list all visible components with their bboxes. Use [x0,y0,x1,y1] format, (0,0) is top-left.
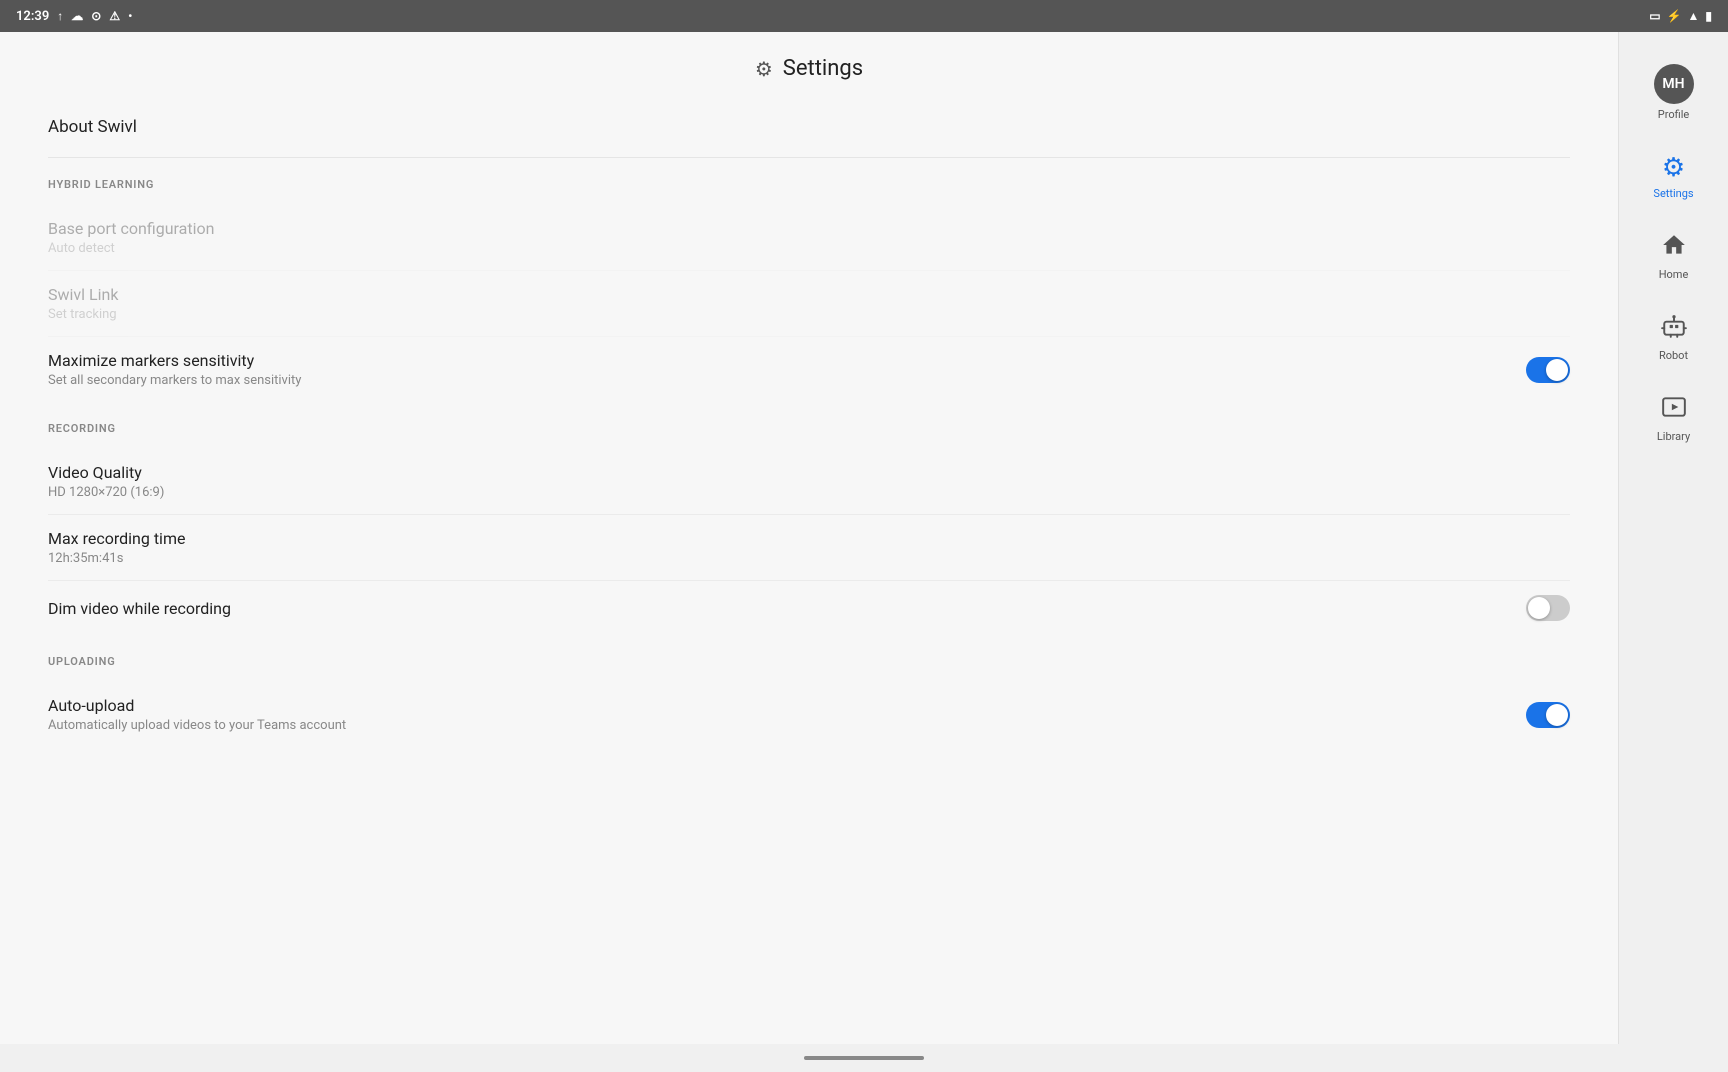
setting-title-dim-video: Dim video while recording [48,599,231,618]
home-indicator [0,1044,1728,1072]
setting-row-auto-upload[interactable]: Auto-upload Automatically upload videos … [48,682,1570,747]
setting-row-swivl-link[interactable]: Swivl Link Set tracking [48,271,1570,337]
setting-subtitle-base-port: Auto detect [48,241,214,256]
cast-icon: ▭ [1649,9,1660,23]
content-panel: ⚙ Settings About Swivl HYBRID LEARNING B… [0,32,1618,1072]
setting-text-maximize-markers: Maximize markers sensitivity Set all sec… [48,351,301,388]
setting-subtitle-auto-upload: Automatically upload videos to your Team… [48,718,346,733]
avatar: MH [1654,64,1694,104]
toggle-dim-video[interactable] [1526,595,1570,621]
sidebar-item-home[interactable]: Home [1630,220,1718,293]
cloud-icon: ☁ [71,9,83,23]
setting-row-maximize-markers[interactable]: Maximize markers sensitivity Set all sec… [48,337,1570,402]
setting-title-max-recording-time: Max recording time [48,529,185,548]
setting-title-base-port: Base port configuration [48,219,214,238]
wifi-icon: ▲ [1688,9,1700,23]
dot-icon: • [128,9,132,23]
time-display: 12:39 [16,9,49,24]
avatar-initials: MH [1662,76,1684,92]
warning-icon: ⚠ [109,9,120,23]
sidebar-label-robot: Robot [1659,349,1688,362]
library-icon [1661,394,1687,426]
setting-text-swivl-link: Swivl Link Set tracking [48,285,118,322]
about-section[interactable]: About Swivl [48,101,1570,158]
sidebar-label-settings: Settings [1653,187,1693,200]
upload-icon: ↑ [57,9,63,23]
toggle-knob-dim-video [1528,597,1550,619]
toggle-maximize-markers[interactable] [1526,357,1570,383]
status-bar: 12:39 ↑ ☁ ⊙ ⚠ • ▭ ⚡ ▲ ▮ [0,0,1728,32]
toggle-auto-upload[interactable] [1526,702,1570,728]
battery-icon: ▮ [1705,9,1712,23]
sidebar-label-profile: Profile [1658,108,1689,121]
sidebar-item-robot[interactable]: Robot [1630,301,1718,374]
sidebar-label-home: Home [1659,268,1689,281]
section-heading-recording: RECORDING [48,422,1570,435]
setting-row-max-recording-time[interactable]: Max recording time 12h:35m:41s [48,515,1570,581]
setting-text-auto-upload: Auto-upload Automatically upload videos … [48,696,346,733]
setting-title-maximize-markers: Maximize markers sensitivity [48,351,301,370]
setting-title-swivl-link: Swivl Link [48,285,118,304]
setting-row-dim-video[interactable]: Dim video while recording [48,581,1570,635]
setting-text-video-quality: Video Quality HD 1280×720 (16:9) [48,463,164,500]
toggle-knob-maximize-markers [1546,359,1568,381]
home-icon [1661,232,1687,264]
settings-header: ⚙ Settings [48,32,1570,101]
setting-row-video-quality[interactable]: Video Quality HD 1280×720 (16:9) [48,449,1570,515]
settings-gear-icon: ⚙ [1662,153,1685,183]
setting-text-max-recording-time: Max recording time 12h:35m:41s [48,529,185,566]
header-gear-icon: ⚙ [755,57,773,81]
setting-row-base-port[interactable]: Base port configuration Auto detect [48,205,1570,271]
section-hybrid-learning: HYBRID LEARNING Base port configuration … [48,158,1570,402]
setting-text-base-port: Base port configuration Auto detect [48,219,214,256]
setting-subtitle-maximize-markers: Set all secondary markers to max sensiti… [48,373,301,388]
setting-subtitle-video-quality: HD 1280×720 (16:9) [48,485,164,500]
setting-subtitle-swivl-link: Set tracking [48,307,118,322]
about-label: About Swivl [48,117,137,137]
home-bar [804,1056,924,1060]
sidebar-item-profile[interactable]: MH Profile [1630,52,1718,133]
bluetooth-icon: ⚡ [1667,9,1682,23]
page-title: Settings [783,56,863,81]
toggle-knob-auto-upload [1546,704,1568,726]
setting-title-auto-upload: Auto-upload [48,696,346,715]
clock-icon: ⊙ [91,9,101,23]
status-bar-right: ▭ ⚡ ▲ ▮ [1649,9,1712,23]
sidebar-item-settings[interactable]: ⚙ Settings [1630,141,1718,212]
setting-title-video-quality: Video Quality [48,463,164,482]
section-uploading: UPLOADING Auto-upload Automatically uplo… [48,635,1570,747]
sidebar-item-library[interactable]: Library [1630,382,1718,455]
sidebar: MH Profile ⚙ Settings Home [1618,32,1728,1072]
section-recording: RECORDING Video Quality HD 1280×720 (16:… [48,402,1570,635]
section-heading-uploading: UPLOADING [48,655,1570,668]
setting-text-dim-video: Dim video while recording [48,599,231,618]
robot-icon [1661,313,1687,345]
sidebar-label-library: Library [1657,430,1690,443]
status-bar-left: 12:39 ↑ ☁ ⊙ ⚠ • [16,9,132,24]
main-wrapper: ⚙ Settings About Swivl HYBRID LEARNING B… [0,32,1728,1072]
section-heading-hybrid-learning: HYBRID LEARNING [48,178,1570,191]
setting-subtitle-max-recording-time: 12h:35m:41s [48,551,185,566]
